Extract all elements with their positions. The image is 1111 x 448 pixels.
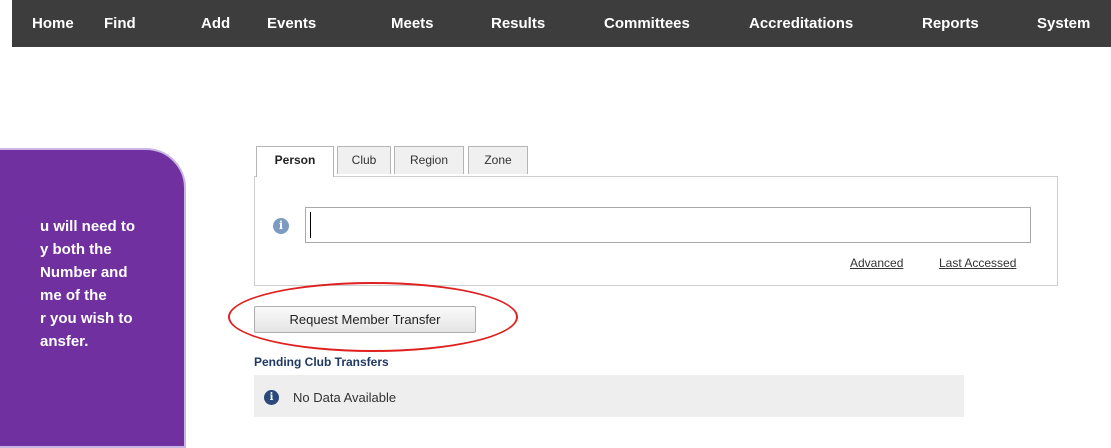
callout-line: Number and	[40, 264, 128, 281]
info-icon: i	[264, 390, 279, 405]
nav-item-committees[interactable]: Committees	[604, 0, 690, 47]
nav-item-find[interactable]: Find	[104, 0, 136, 47]
callout-line: u will need to	[40, 218, 136, 235]
instruction-callout-text: u will need to y both the Number and me …	[40, 215, 180, 353]
nav-item-meets[interactable]: Meets	[391, 0, 434, 47]
top-navigation-bar: Home Find Add Events Meets Results Commi…	[0, 0, 1111, 47]
last-accessed-link[interactable]: Last Accessed	[939, 256, 1016, 270]
pending-transfers-title: Pending Club Transfers	[254, 355, 389, 369]
nav-item-accreditations[interactable]: Accreditations	[749, 0, 853, 47]
nav-item-system[interactable]: System	[1037, 0, 1090, 47]
tab-person[interactable]: Person	[256, 146, 334, 177]
tab-region[interactable]: Region	[394, 146, 464, 174]
person-search-input[interactable]	[305, 207, 1031, 243]
nav-item-results[interactable]: Results	[491, 0, 545, 47]
callout-line: y both the	[40, 241, 112, 258]
nav-item-add[interactable]: Add	[201, 0, 230, 47]
callout-line: me of the	[40, 287, 107, 304]
text-cursor	[310, 212, 311, 238]
callout-line: r you wish to	[40, 310, 133, 327]
tab-club[interactable]: Club	[337, 146, 391, 174]
navbar-background: Home Find Add Events Meets Results Commi…	[12, 0, 1111, 47]
nav-item-reports[interactable]: Reports	[922, 0, 979, 47]
advanced-link[interactable]: Advanced	[850, 256, 903, 270]
callout-line: ansfer.	[40, 333, 89, 350]
nav-item-events[interactable]: Events	[267, 0, 316, 47]
nav-item-home[interactable]: Home	[32, 0, 74, 47]
no-data-text: No Data Available	[293, 390, 397, 405]
tab-zone[interactable]: Zone	[468, 146, 528, 174]
info-icon: i	[273, 218, 289, 234]
request-member-transfer-button[interactable]: Request Member Transfer	[254, 306, 476, 333]
